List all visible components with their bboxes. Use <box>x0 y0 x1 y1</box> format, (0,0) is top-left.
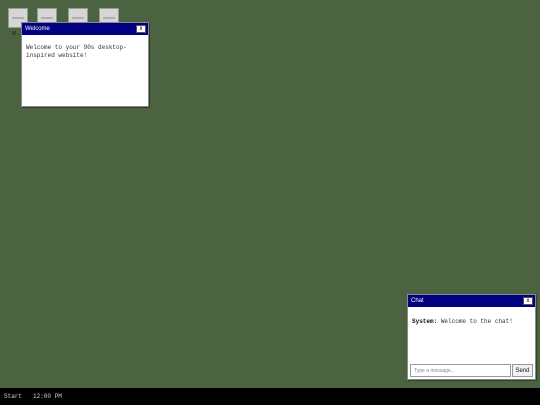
message-sender: System: <box>412 318 438 325</box>
window-titlebar[interactable]: Welcome x <box>22 23 148 35</box>
close-button[interactable]: x <box>523 297 533 305</box>
taskbar-clock: 12:00 PM <box>33 393 62 400</box>
document-icon <box>41 17 53 19</box>
message-text: Welcome to the chat! <box>440 318 513 325</box>
welcome-message: Welcome to your 90s desktop-inspired web… <box>26 44 127 59</box>
chat-input-row: Send <box>410 364 533 377</box>
window-titlebar[interactable]: Chat x <box>408 295 535 307</box>
taskbar: Start 12:00 PM <box>0 388 540 405</box>
start-button[interactable]: Start <box>4 388 22 405</box>
desktop-icon-caption: M... <box>12 31 21 37</box>
chat-messages: System: Welcome to the chat! <box>408 307 535 363</box>
welcome-window: Welcome x Welcome to your 90s desktop-in… <box>21 22 149 107</box>
close-button[interactable]: x <box>136 25 146 33</box>
document-icon <box>12 17 24 19</box>
window-title: Welcome <box>25 26 50 32</box>
send-button[interactable]: Send <box>512 364 533 377</box>
document-icon <box>103 17 115 19</box>
chat-message-input[interactable] <box>410 364 511 377</box>
chat-window: Chat x System: Welcome to the chat! Send <box>407 294 536 380</box>
window-title: Chat <box>411 298 424 304</box>
document-icon <box>72 17 84 19</box>
chat-message: System: Welcome to the chat! <box>412 318 531 326</box>
